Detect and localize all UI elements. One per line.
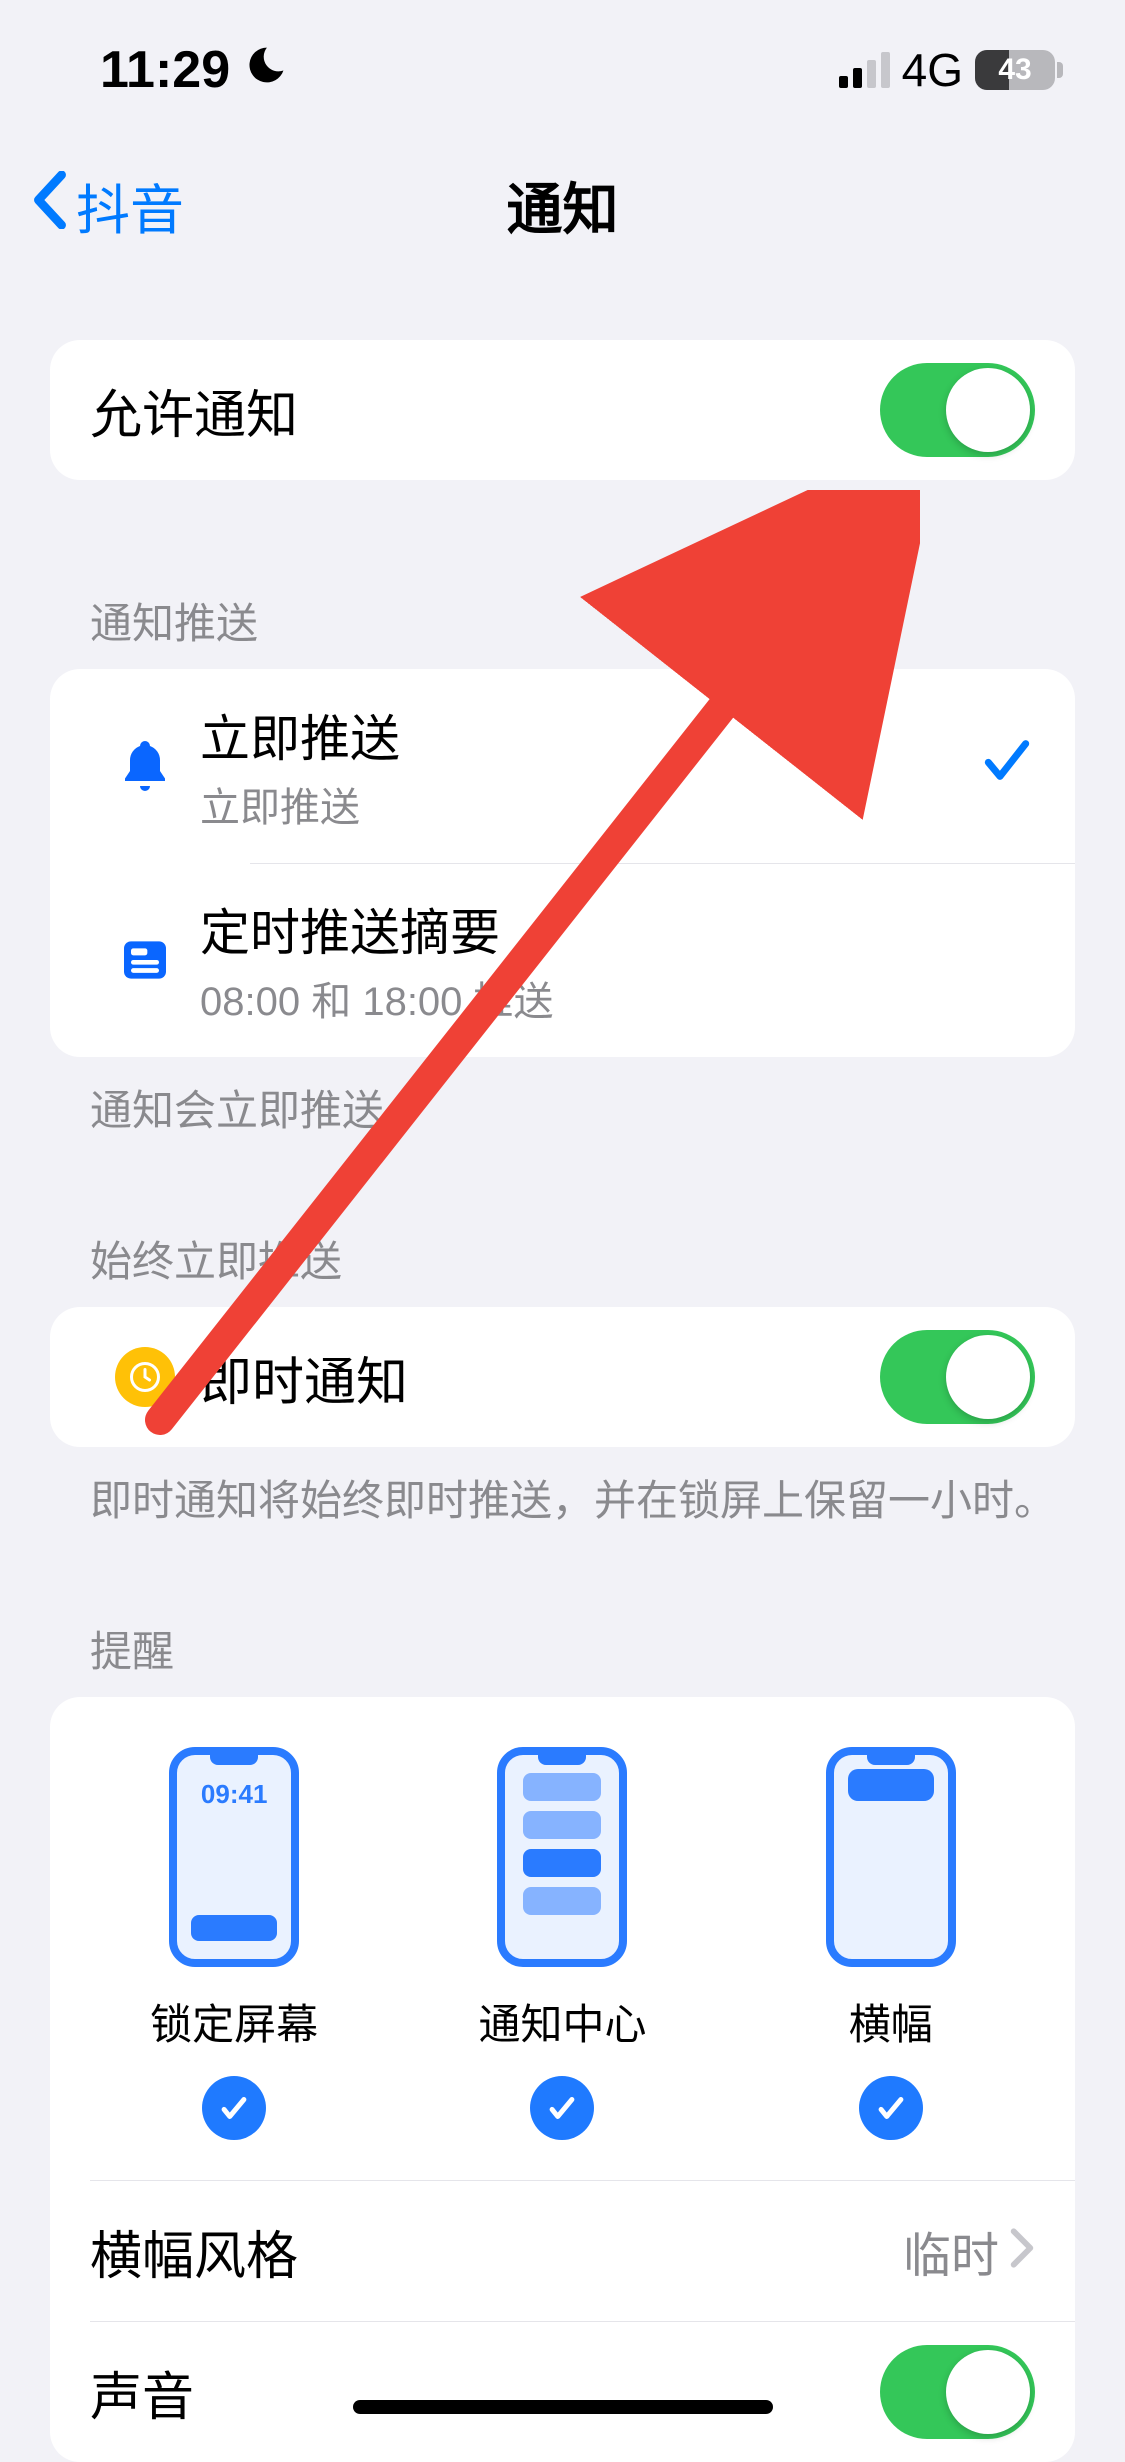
always-deliver-footer: 即时通知将始终即时推送，并在锁屏上保留一小时。: [90, 1467, 1075, 1528]
alerts-group: 09:41 锁定屏幕 通知中心 横幅: [50, 1697, 1075, 2462]
nav-header: 抖音 通知: [0, 140, 1125, 270]
chevron-left-icon: [30, 171, 70, 239]
delivery-header: 通知推送: [90, 590, 1075, 651]
alert-option-lock-screen[interactable]: 09:41 锁定屏幕: [134, 1747, 334, 2140]
delivery-group: 立即推送 立即推送 定时推送摘要 08:00 和 18:00 推送: [50, 669, 1075, 1057]
status-time: 11:29: [100, 40, 230, 100]
check-circle-icon[interactable]: [530, 2076, 594, 2140]
back-button[interactable]: 抖音: [30, 166, 184, 245]
alert-option-label: 通知中心: [478, 1991, 646, 2052]
sound-toggle[interactable]: [880, 2345, 1035, 2439]
allow-notifications-row[interactable]: 允许通知: [50, 340, 1075, 480]
alert-option-label: 横幅: [849, 1991, 933, 2052]
delivery-scheduled-subtitle: 08:00 和 18:00 推送: [200, 969, 1035, 1027]
alert-option-notification-center[interactable]: 通知中心: [462, 1747, 662, 2140]
alert-option-label: 锁定屏幕: [150, 1991, 318, 2052]
time-sensitive-label: 即时通知: [200, 1340, 880, 1415]
delivery-scheduled-row[interactable]: 定时推送摘要 08:00 和 18:00 推送: [50, 863, 1075, 1057]
do-not-disturb-icon: [244, 43, 288, 98]
newspaper-icon: [90, 932, 200, 988]
always-deliver-group: 即时通知: [50, 1307, 1075, 1447]
check-circle-icon[interactable]: [202, 2076, 266, 2140]
alerts-header: 提醒: [90, 1618, 1075, 1679]
allow-notifications-group: 允许通知: [50, 340, 1075, 480]
delivery-footer: 通知会立即推送。: [90, 1077, 1075, 1138]
delivery-immediate-row[interactable]: 立即推送 立即推送: [50, 669, 1075, 863]
check-circle-icon[interactable]: [859, 2076, 923, 2140]
delivery-immediate-subtitle: 立即推送: [200, 775, 979, 833]
sound-label: 声音: [90, 2355, 880, 2430]
allow-notifications-toggle[interactable]: [880, 363, 1035, 457]
network-type: 4G: [902, 43, 963, 97]
banner-style-row[interactable]: 横幅风格 临时: [50, 2181, 1075, 2321]
home-indicator: [353, 2400, 773, 2414]
notification-center-preview-icon: [497, 1747, 627, 1967]
alert-option-banner[interactable]: 横幅: [791, 1747, 991, 2140]
allow-notifications-label: 允许通知: [90, 373, 880, 448]
status-bar: 11:29 4G 43: [0, 0, 1125, 140]
back-label: 抖音: [76, 166, 184, 245]
chevron-right-icon: [1009, 2221, 1035, 2281]
clock-icon: [90, 1347, 200, 1407]
always-deliver-header: 始终立即推送: [90, 1228, 1075, 1289]
bell-icon: [90, 736, 200, 796]
time-sensitive-row[interactable]: 即时通知: [50, 1307, 1075, 1447]
battery-icon: 43: [975, 50, 1055, 90]
banner-style-label: 横幅风格: [90, 2214, 903, 2289]
banner-preview-icon: [826, 1747, 956, 1967]
sound-row[interactable]: 声音: [50, 2322, 1075, 2462]
cellular-signal-icon: [839, 52, 890, 88]
delivery-immediate-title: 立即推送: [200, 699, 979, 771]
checkmark-icon: [979, 729, 1035, 803]
alert-style-picker: 09:41 锁定屏幕 通知中心 横幅: [50, 1697, 1075, 2180]
time-sensitive-toggle[interactable]: [880, 1330, 1035, 1424]
lock-screen-preview-icon: 09:41: [169, 1747, 299, 1967]
delivery-scheduled-title: 定时推送摘要: [200, 893, 1035, 965]
banner-style-value: 临时: [903, 2216, 999, 2286]
